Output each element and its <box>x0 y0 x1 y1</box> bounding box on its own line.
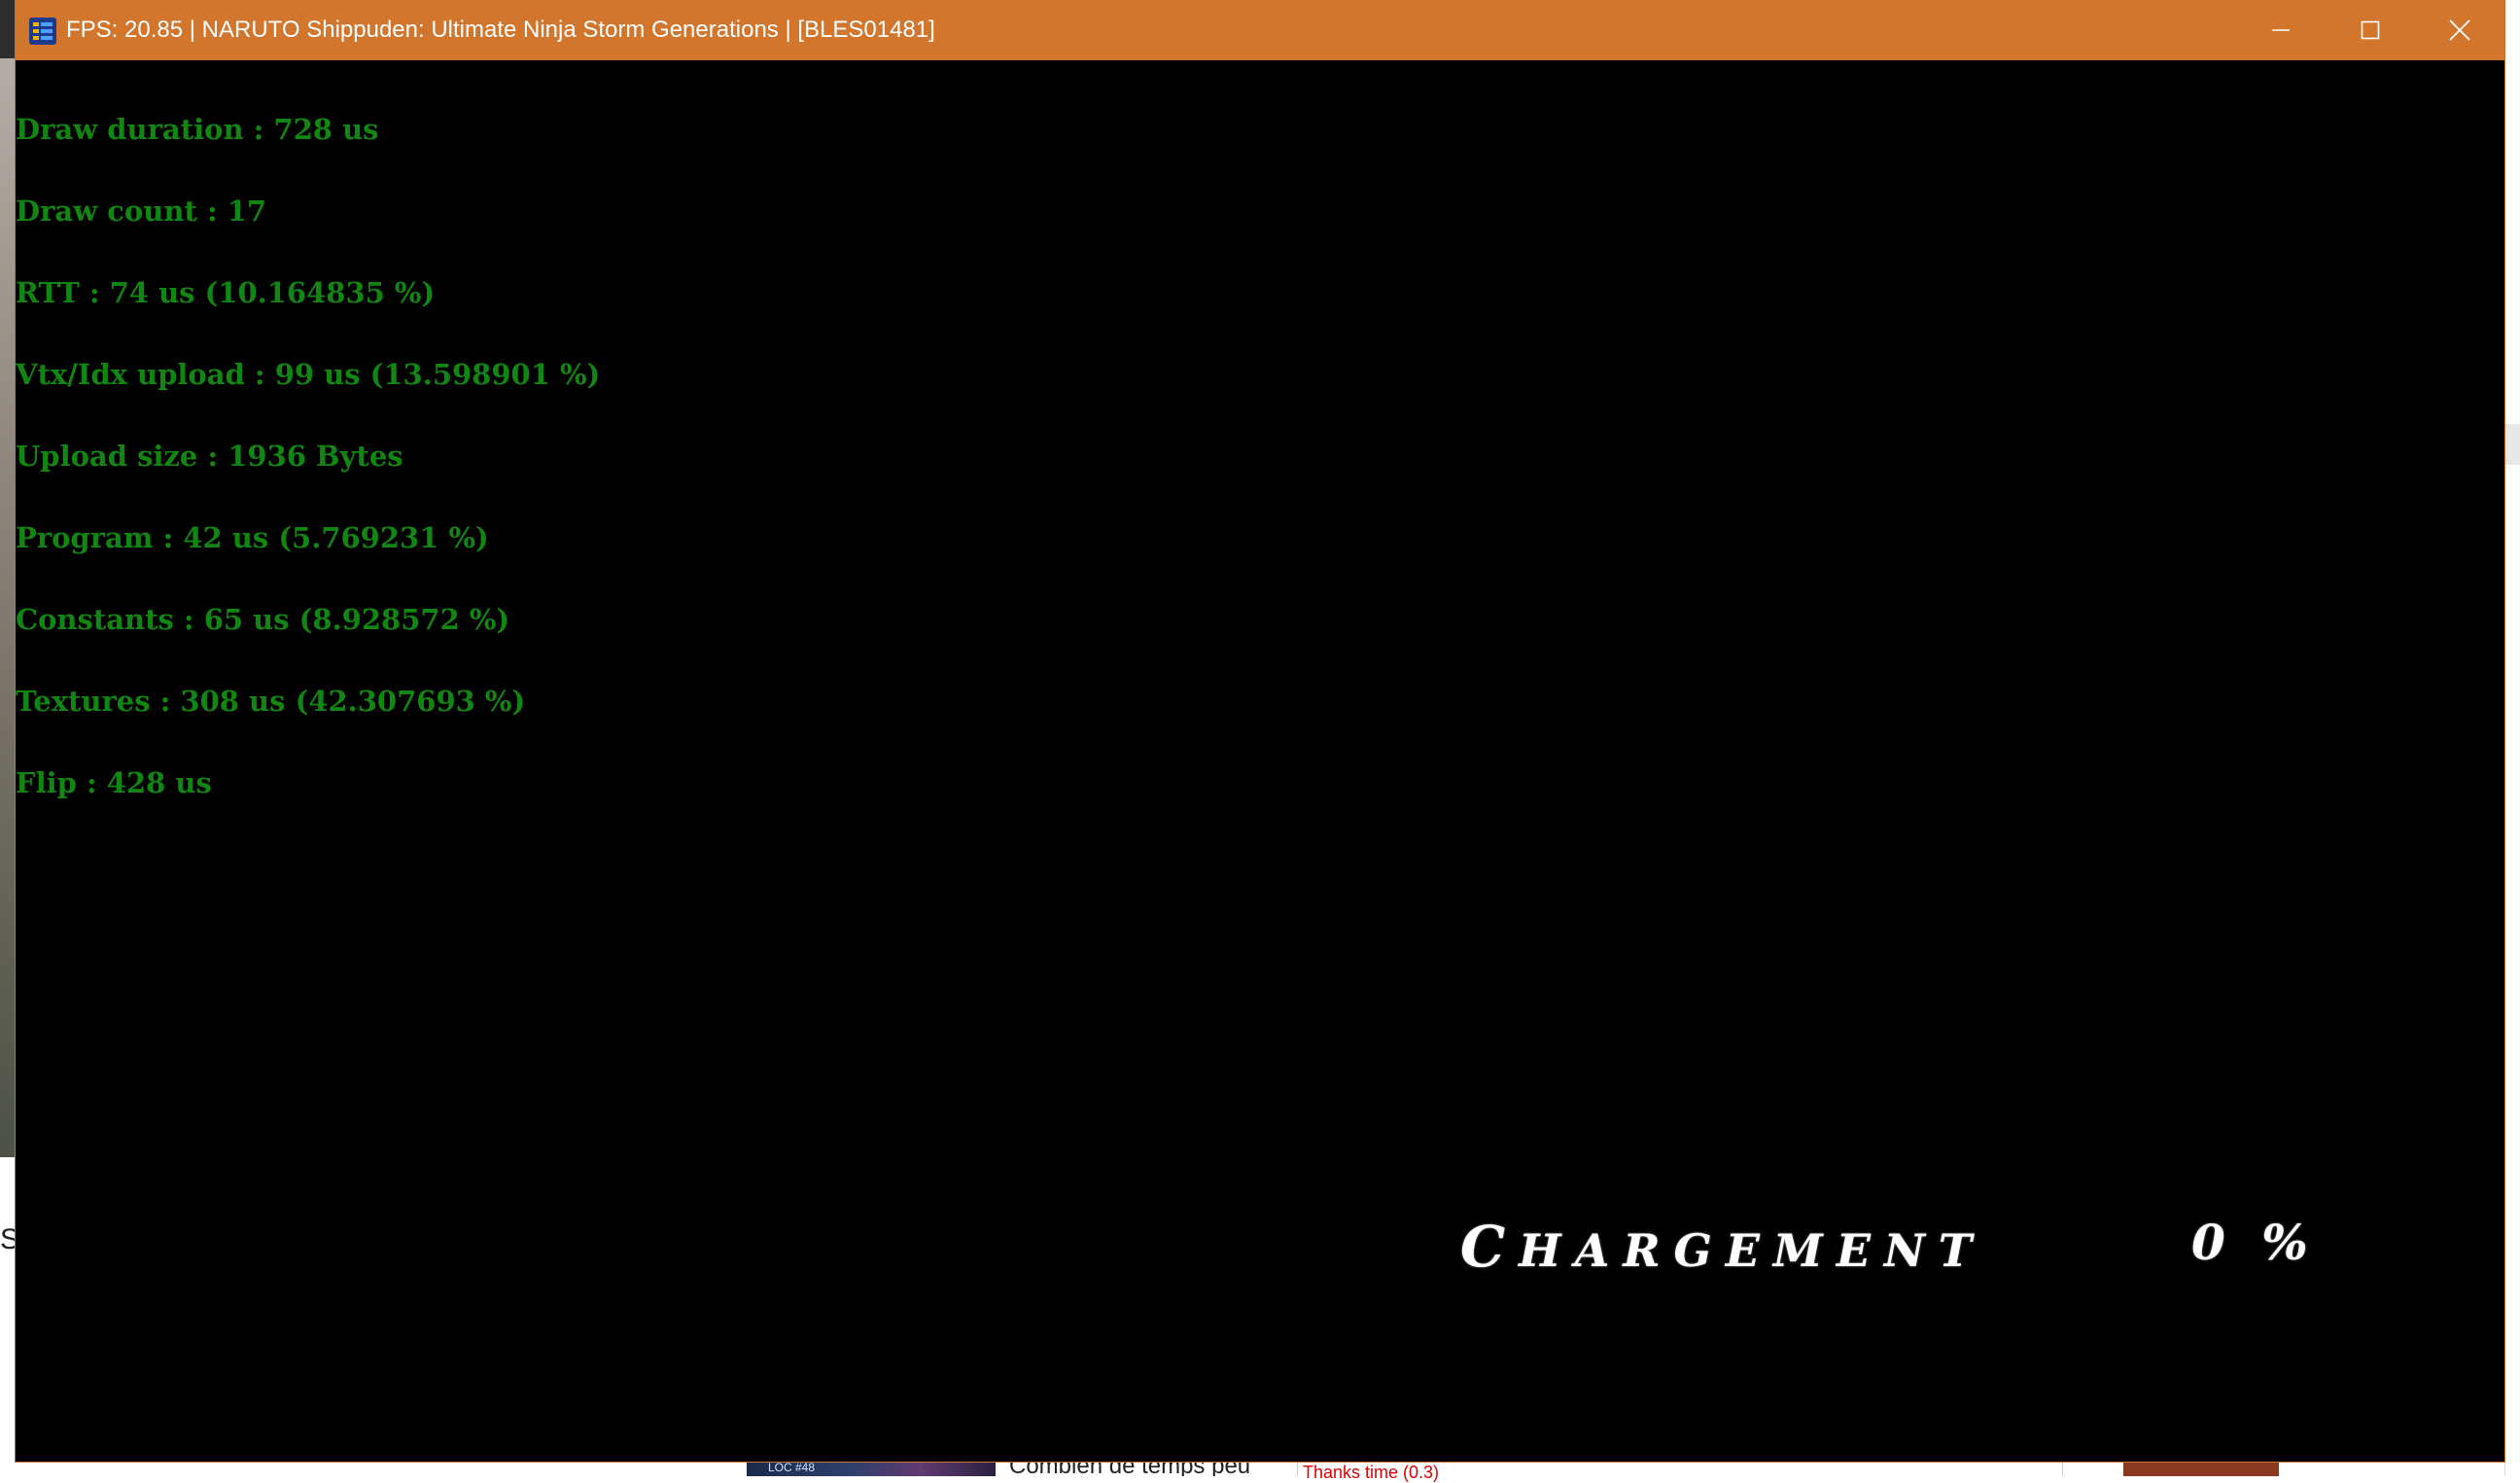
background-left-page <box>0 1157 16 1476</box>
maximize-button[interactable] <box>2326 0 2415 60</box>
perf-flip: Flip : 428 us <box>16 766 212 799</box>
minimize-icon <box>2271 20 2291 40</box>
background-right-band <box>2505 424 2520 465</box>
loading-label: CHARGEMENT <box>1460 1214 1985 1280</box>
perf-draw-count: Draw count : 17 <box>16 194 267 228</box>
loading-label-rest: HARGEMENT <box>1519 1224 1986 1277</box>
perf-textures: Textures : 308 us (42.307693 %) <box>16 685 526 718</box>
rpcs3-icon <box>29 18 56 45</box>
minimize-button[interactable] <box>2236 0 2326 60</box>
loading-label-initial: C <box>1460 1214 1520 1280</box>
window-titlebar[interactable]: FPS: 20.85 | NARUTO Shippuden: Ultimate … <box>16 0 2504 60</box>
background-thumbnail-label: LOC #48 <box>768 1461 816 1474</box>
close-icon <box>2449 19 2470 41</box>
perf-draw-duration: Draw duration : 728 us <box>16 113 379 146</box>
window-title: FPS: 20.85 | NARUTO Shippuden: Ultimate … <box>66 17 935 43</box>
background-dark-edge <box>0 0 16 58</box>
game-viewport[interactable]: Draw duration : 728 us Draw count : 17 R… <box>16 60 2504 1462</box>
perf-rtt: RTT : 74 us (10.164835 %) <box>16 276 436 309</box>
loading-percent: 0 % <box>2191 1214 2318 1271</box>
performance-overlay: Draw duration : 728 us Draw count : 17 R… <box>16 61 600 851</box>
maximize-icon <box>2361 20 2380 40</box>
perf-program: Program : 42 us (5.769231 %) <box>16 521 489 554</box>
close-button[interactable] <box>2415 0 2504 60</box>
perf-constants: Constants : 65 us (8.928572 %) <box>16 603 510 636</box>
game-window: FPS: 20.85 | NARUTO Shippuden: Ultimate … <box>16 0 2504 1462</box>
background-photo-strip <box>0 0 16 1157</box>
background-panel-text: Thanks time (0.3) <box>1303 1463 1440 1482</box>
perf-vtx-idx-upload: Vtx/Idx upload : 99 us (13.598901 %) <box>16 358 601 391</box>
background-right-page <box>2504 0 2520 1476</box>
perf-upload-size: Upload size : 1936 Bytes <box>16 440 403 473</box>
